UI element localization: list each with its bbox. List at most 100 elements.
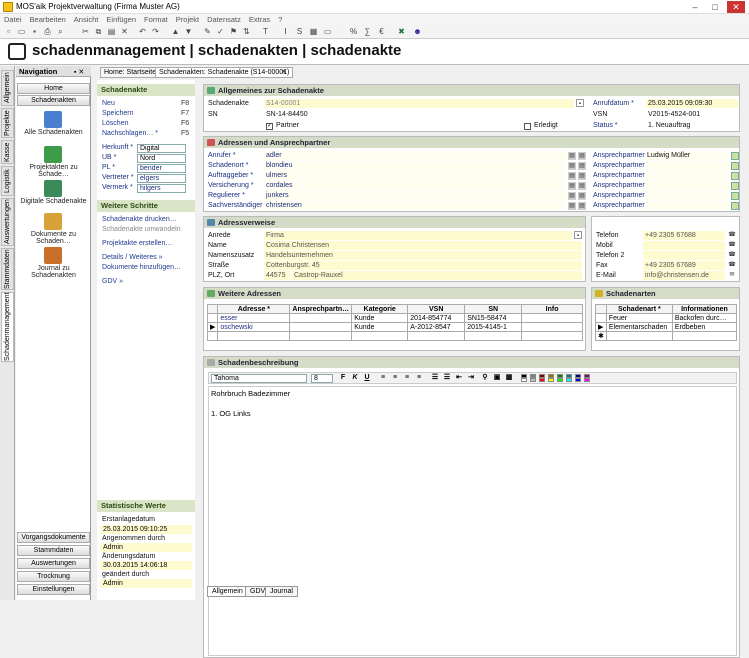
outdent-icon[interactable]: ⇤ xyxy=(455,374,463,382)
nav-home-button[interactable]: Home xyxy=(17,83,90,94)
up-icon[interactable]: ▲ xyxy=(170,26,181,37)
tab-home-startseite[interactable]: Home: Startseite xyxy=(100,67,161,78)
ansprechpartner-field[interactable] xyxy=(645,181,729,190)
col-adresse[interactable]: Adresse * xyxy=(217,304,291,314)
cell-info[interactable] xyxy=(521,322,583,332)
edit-icon[interactable]: ✎ xyxy=(202,26,213,37)
style-icon[interactable]: S xyxy=(294,26,305,37)
action-neu[interactable]: Neu xyxy=(102,100,115,107)
email-icon[interactable]: ✉ xyxy=(728,271,736,279)
cell-info[interactable] xyxy=(521,313,583,323)
ansprechpartner-field[interactable] xyxy=(645,171,729,180)
address-lookup-icon[interactable]: ▤ xyxy=(568,152,576,160)
cell-vsn[interactable]: A-2012-8547 xyxy=(407,322,466,332)
menu-ansicht[interactable]: Ansicht xyxy=(70,14,103,25)
menu-bearbeiten[interactable]: Bearbeiten xyxy=(26,14,70,25)
col-info[interactable]: Info xyxy=(521,304,583,314)
telefon2-field[interactable] xyxy=(643,251,725,260)
menu-extras[interactable]: Extras xyxy=(245,14,274,25)
cell-kategorie[interactable]: Kunde xyxy=(351,313,409,323)
partner-checkbox[interactable]: ✓ xyxy=(266,123,273,130)
bold-icon[interactable]: F xyxy=(339,374,347,382)
anrede-dropdown-icon[interactable]: ▪ xyxy=(574,231,582,239)
user-icon[interactable]: ☻ xyxy=(412,26,423,37)
format-icon[interactable]: Ⅰ xyxy=(280,26,291,37)
underline-icon[interactable]: U xyxy=(363,374,371,382)
address-lookup-icon[interactable]: ▤ xyxy=(568,162,576,170)
menu-datei[interactable]: Datei xyxy=(0,14,26,25)
link-details-weiteres[interactable]: Details / Weiteres » xyxy=(102,254,163,261)
cell-schadenart[interactable]: Elementarschaden xyxy=(605,322,673,332)
auftraggeber-field[interactable]: ulmers xyxy=(264,171,566,180)
col-kategorie[interactable]: Kategorie xyxy=(351,304,409,314)
table-row[interactable]: ✱ xyxy=(595,331,738,341)
tab-allgemein[interactable]: Allgemein xyxy=(1,70,14,106)
cell-sn[interactable]: SN15-58474 xyxy=(464,313,523,323)
address-lookup-icon[interactable]: ▤ xyxy=(568,172,576,180)
cell-ansprechpartner[interactable] xyxy=(289,322,353,332)
contact-select-button[interactable] xyxy=(731,192,739,200)
nav-vorgangsdokumente-button[interactable]: Vorgangsdokumente xyxy=(17,532,90,543)
email-field[interactable]: info@christensen.de xyxy=(643,271,725,280)
cell-adresse[interactable]: oschewski xyxy=(217,322,291,332)
status-field[interactable]: 1. Neuauftrag xyxy=(646,121,738,130)
nav-item-projektakten[interactable]: Projektakten zu Schade… xyxy=(16,164,91,178)
nav-schadenakten-button[interactable]: Schadenakten xyxy=(17,95,90,106)
pin-icon[interactable]: ▪ ✕ xyxy=(74,68,84,76)
col-sn[interactable]: SN xyxy=(464,304,523,314)
check-icon[interactable]: ✓ xyxy=(215,26,226,37)
search-icon[interactable]: ⌕ xyxy=(55,26,66,37)
nav-einstellungen-button[interactable]: Einstellungen xyxy=(17,584,90,595)
nav-stammdaten-button[interactable]: Stammdaten xyxy=(17,545,90,556)
align-right-icon[interactable]: ≡ xyxy=(403,374,411,382)
maximize-icon[interactable]: □ xyxy=(706,1,724,13)
phone-icon[interactable]: ☎ xyxy=(728,241,736,249)
action-loeschen[interactable]: Löschen xyxy=(102,120,128,127)
sort-icon[interactable]: ⇅ xyxy=(241,26,252,37)
link-icon[interactable]: ⚲ xyxy=(481,374,489,382)
cell-informationen[interactable]: Erdbeben xyxy=(671,322,738,332)
vsn-field[interactable]: V2015-4524-001 xyxy=(646,110,738,119)
schadenort-field[interactable]: blondieu xyxy=(264,161,566,170)
col-vsn[interactable]: VSN xyxy=(407,304,466,314)
link-schadenakte-umwandeln[interactable]: Schadenakte umwandeln xyxy=(102,226,181,233)
numbered-list-icon[interactable]: ☰ xyxy=(443,374,451,382)
table-icon[interactable]: ▦ xyxy=(308,26,319,37)
versicherung-field[interactable]: cordales xyxy=(264,181,566,190)
undo-icon[interactable]: ↶ xyxy=(137,26,148,37)
tab-auswertungen[interactable]: Auswertungen xyxy=(1,198,14,246)
fax-icon[interactable]: ☎ xyxy=(728,261,736,269)
vermerk-field[interactable]: hilgers xyxy=(137,184,186,193)
image-icon[interactable]: ▣ xyxy=(493,374,501,382)
action-nachschlagen[interactable]: Nachschlagen… * xyxy=(102,130,158,137)
align-left-icon[interactable]: ≡ xyxy=(379,374,387,382)
ansprechpartner-field[interactable] xyxy=(645,201,729,210)
tab-stammdaten[interactable]: Stammdaten xyxy=(1,248,14,290)
ub-field[interactable]: Nord xyxy=(137,154,186,163)
font-select[interactable]: Tahoma xyxy=(211,374,307,383)
link-gdv[interactable]: GDV » xyxy=(102,278,123,285)
phone-icon[interactable]: ☎ xyxy=(728,251,736,259)
save-icon[interactable]: ▪ xyxy=(29,26,40,37)
pl-field[interactable]: bender xyxy=(137,164,186,173)
color-palette[interactable] xyxy=(521,374,591,383)
percent-icon[interactable]: % xyxy=(348,26,359,37)
copy-icon[interactable]: ⧉ xyxy=(93,26,104,37)
anrufer-field[interactable]: adler xyxy=(264,151,566,160)
address-lookup-icon[interactable]: ▤ xyxy=(568,182,576,190)
anrufdatum-field[interactable]: 25.03.2015 09:09:30 xyxy=(646,99,738,108)
address-open-icon[interactable]: ▤ xyxy=(578,202,586,210)
contact-select-button[interactable] xyxy=(731,152,739,160)
paste-icon[interactable]: ▤ xyxy=(106,26,117,37)
contact-select-button[interactable] xyxy=(731,162,739,170)
cell-vsn[interactable]: 2014-854774 xyxy=(407,313,466,323)
nav-item-digitale-schadenakte[interactable]: Digitale Schadenakte xyxy=(16,198,91,205)
menu-einfuegen[interactable]: Einfügen xyxy=(102,14,140,25)
link-dokumente-hinzufuegen[interactable]: Dokumente hinzufügen… xyxy=(102,264,181,271)
ort-field[interactable]: Castrop-Rauxel xyxy=(292,271,582,280)
vertreter-field[interactable]: elgers xyxy=(137,174,186,183)
regulierer-field[interactable]: junkers xyxy=(264,191,566,200)
herkunft-field[interactable]: Digital xyxy=(137,144,186,153)
menu-projekt[interactable]: Projekt xyxy=(172,14,203,25)
tools-icon[interactable]: ✖ xyxy=(396,26,407,37)
